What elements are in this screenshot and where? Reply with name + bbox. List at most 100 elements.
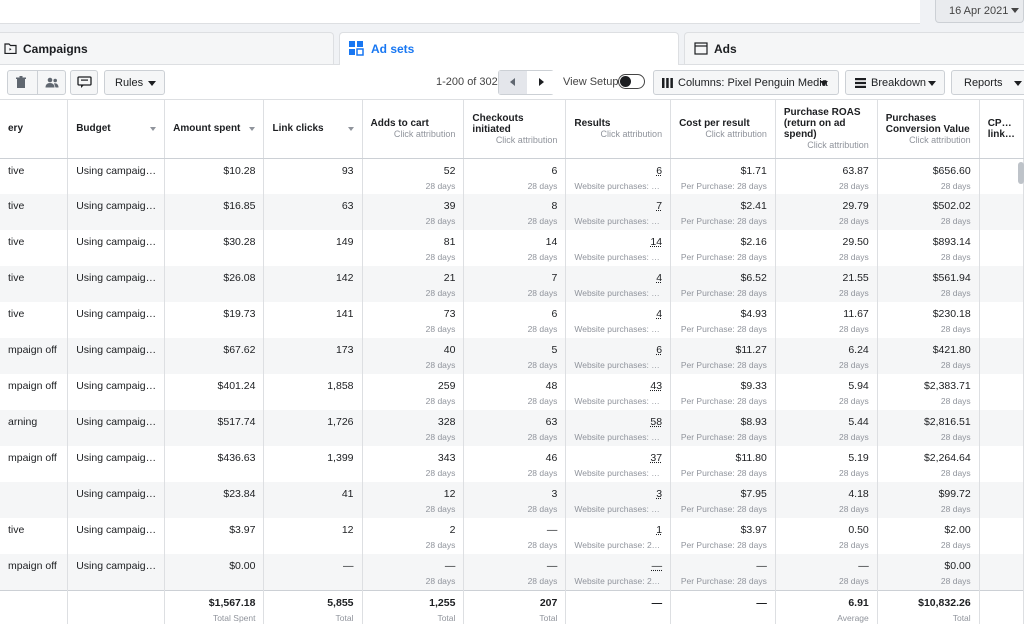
cell-results[interactable]: — Website purchase: 2… — [565, 554, 672, 590]
total-link-clicks: 5,855 Total — [263, 589, 363, 624]
table-row[interactable]: Using campaig… $23.84 41 12 28 days 3 28 days 3… — [0, 482, 1024, 518]
table-row[interactable]: tive Using campaig… $10.28 93 52 28 days 6 28 d… — [0, 158, 1024, 194]
rules-button[interactable]: Rules — [104, 70, 165, 95]
comment-button[interactable] — [70, 70, 98, 95]
cell-adds-to-cart-value: 39 — [443, 200, 456, 212]
col-cost-per-result[interactable]: Cost per result Click attribution — [670, 100, 776, 159]
tab-ads[interactable]: Ads — [684, 32, 1024, 64]
table-row[interactable]: mpaign off Using campaig… $401.24 1,858 259 2… — [0, 374, 1024, 410]
col-link-clicks[interactable]: Link clicks — [263, 100, 363, 159]
cell-amount-spent: $3.97 — [164, 518, 265, 554]
prev-page-button[interactable] — [499, 71, 527, 94]
cell-delivery-value: arning — [8, 416, 38, 428]
col-amount-spent[interactable]: Amount spent — [164, 100, 265, 159]
cell-results[interactable]: 7 Website purchases: … — [565, 194, 672, 230]
table-row[interactable]: arning Using campaig… $517.74 1,726 328 28 da… — [0, 410, 1024, 446]
cell-cpc — [979, 482, 1024, 518]
cell-adds-to-cart-sub: 28 days — [425, 288, 456, 298]
cell-results[interactable]: 43 Website purchases: … — [565, 374, 672, 410]
sort-icon — [249, 127, 256, 131]
cell-purchase-roas-value: — — [858, 560, 869, 572]
cell-purchase-roas-value: 5.44 — [848, 416, 869, 428]
total-checkouts: 207 Total — [463, 589, 567, 624]
cell-budget: Using campaig… — [67, 554, 166, 590]
breakdown-button[interactable]: Breakdown — [845, 70, 945, 95]
people-icon[interactable] — [45, 77, 59, 91]
cell-checkouts: 63 28 days — [463, 410, 567, 446]
tab-campaigns[interactable]: Campaigns — [0, 32, 334, 64]
cell-conversion-value: $2,264.64 28 days — [877, 446, 980, 482]
cell-delivery-value: tive — [8, 524, 25, 536]
cell-amount-spent: $23.84 — [164, 482, 265, 518]
cell-link-clicks: — — [263, 554, 363, 590]
pagination-controls — [498, 70, 555, 95]
cell-results[interactable]: 4 Website purchases: … — [565, 302, 672, 338]
table-row[interactable]: tive Using campaig… $30.28 149 81 28 days 14 28… — [0, 230, 1024, 266]
cell-cost-per-result-value: $3.97 — [740, 524, 767, 536]
col-purchase-roas[interactable]: Purchase ROAS (return on ad spend) Click … — [775, 100, 878, 159]
cell-results[interactable]: 6 Website purchases: … — [565, 338, 672, 374]
next-page-button[interactable] — [527, 71, 555, 94]
view-setup-toggle[interactable] — [618, 74, 645, 89]
table-row[interactable]: tive Using campaig… $26.08 142 21 28 days 7 28 … — [0, 266, 1024, 302]
table-row[interactable]: tive Using campaig… $19.73 141 73 28 days 6 28 … — [0, 302, 1024, 338]
cell-adds-to-cart-sub: 28 days — [425, 576, 456, 586]
col-adds-to-cart[interactable]: Adds to cart Click attribution — [362, 100, 465, 159]
cell-amount-spent: $10.28 — [164, 158, 265, 194]
cell-results[interactable]: 3 Website purchases: … — [565, 482, 672, 518]
cell-results[interactable]: 4 Website purchases: … — [565, 266, 672, 302]
total-purchase-roas-sub: Average — [837, 612, 869, 623]
col-results[interactable]: Results Click attribution — [565, 100, 672, 159]
cell-amount-spent: $26.08 — [164, 266, 265, 302]
col-conversion-value[interactable]: Purchases Conversion Value Click attribut… — [877, 100, 980, 159]
cell-cost-per-result-sub: Per Purchase: 28 days — [680, 252, 767, 262]
cell-link-clicks: 93 — [263, 158, 363, 194]
cell-budget-value: Using campaig… — [76, 416, 157, 428]
horizontal-scrollbar[interactable] — [1018, 162, 1024, 184]
cell-amount-spent-value: $517.74 — [217, 416, 256, 428]
cell-results-value: 6 — [656, 164, 663, 177]
col-budget[interactable]: Budget — [67, 100, 166, 159]
cell-results[interactable]: 37 Website purchases: … — [565, 446, 672, 482]
cell-results[interactable]: 6 Website purchases: … — [565, 158, 672, 194]
cell-conversion-value: $893.14 28 days — [877, 230, 980, 266]
table-row[interactable]: mpaign off Using campaig… $67.62 173 40 28 da… — [0, 338, 1024, 374]
cell-cost-per-result-value: $1.71 — [740, 164, 767, 177]
tab-ad-sets[interactable]: Ad sets — [339, 32, 679, 65]
date-range-picker[interactable]: 16 Apr 2021 — [935, 0, 1024, 23]
cell-purchase-roas: 11.67 28 days — [775, 302, 878, 338]
col-cpc[interactable]: CP… link… — [979, 100, 1024, 159]
cell-results-value: 14 — [650, 236, 663, 248]
cell-results[interactable]: 14 Website purchases: … — [565, 230, 672, 266]
cell-link-clicks-value: 12 — [341, 524, 354, 536]
cell-link-clicks-value: 173 — [335, 344, 354, 356]
cell-purchase-roas-value: 11.67 — [843, 308, 869, 320]
cell-results[interactable]: 1 Website purchase: 2… — [565, 518, 672, 554]
cell-conversion-value-value: $2,383.71 — [923, 380, 971, 392]
table-row[interactable]: mpaign off Using campaig… $436.63 1,399 343 2… — [0, 446, 1024, 482]
cell-purchase-roas-sub: 28 days — [838, 576, 869, 586]
col-checkouts-initiated[interactable]: Checkouts initiated Click attribution — [463, 100, 567, 159]
cell-purchase-roas-value: 21.55 — [842, 272, 869, 284]
reports-button[interactable]: Reports — [951, 70, 1024, 95]
cell-adds-to-cart-sub: 28 days — [425, 324, 456, 334]
cell-adds-to-cart: 73 28 days — [362, 302, 465, 338]
col-delivery[interactable]: ery — [0, 100, 69, 159]
cell-purchase-roas: 6.24 28 days — [775, 338, 878, 374]
cell-delivery: tive — [0, 194, 69, 230]
cell-delivery-value: mpaign off — [8, 344, 57, 356]
trash-icon[interactable] — [15, 76, 27, 92]
total-cpc — [979, 589, 1024, 624]
cell-results[interactable]: 58 Website purchases: … — [565, 410, 672, 446]
cell-cost-per-result-value: $7.95 — [740, 488, 767, 500]
cell-link-clicks-value: 149 — [335, 236, 354, 248]
cell-adds-to-cart: — 28 days — [362, 554, 465, 590]
table-row[interactable]: tive Using campaig… $16.85 63 39 28 days 8 28 d… — [0, 194, 1024, 230]
cell-link-clicks-value: 142 — [335, 272, 354, 284]
cell-cost-per-result-sub: Per Purchase: 28 days — [680, 504, 767, 514]
cell-adds-to-cart-sub: 28 days — [425, 216, 456, 226]
table-row[interactable]: mpaign off Using campaig… $0.00 — — 28 days — 2… — [0, 554, 1024, 590]
table-row[interactable]: tive Using campaig… $3.97 12 2 28 days — 28 day… — [0, 518, 1024, 554]
total-purchase-roas: 6.91 Average — [775, 589, 878, 624]
columns-button[interactable]: Columns: Pixel Penguin Media — [653, 70, 839, 95]
